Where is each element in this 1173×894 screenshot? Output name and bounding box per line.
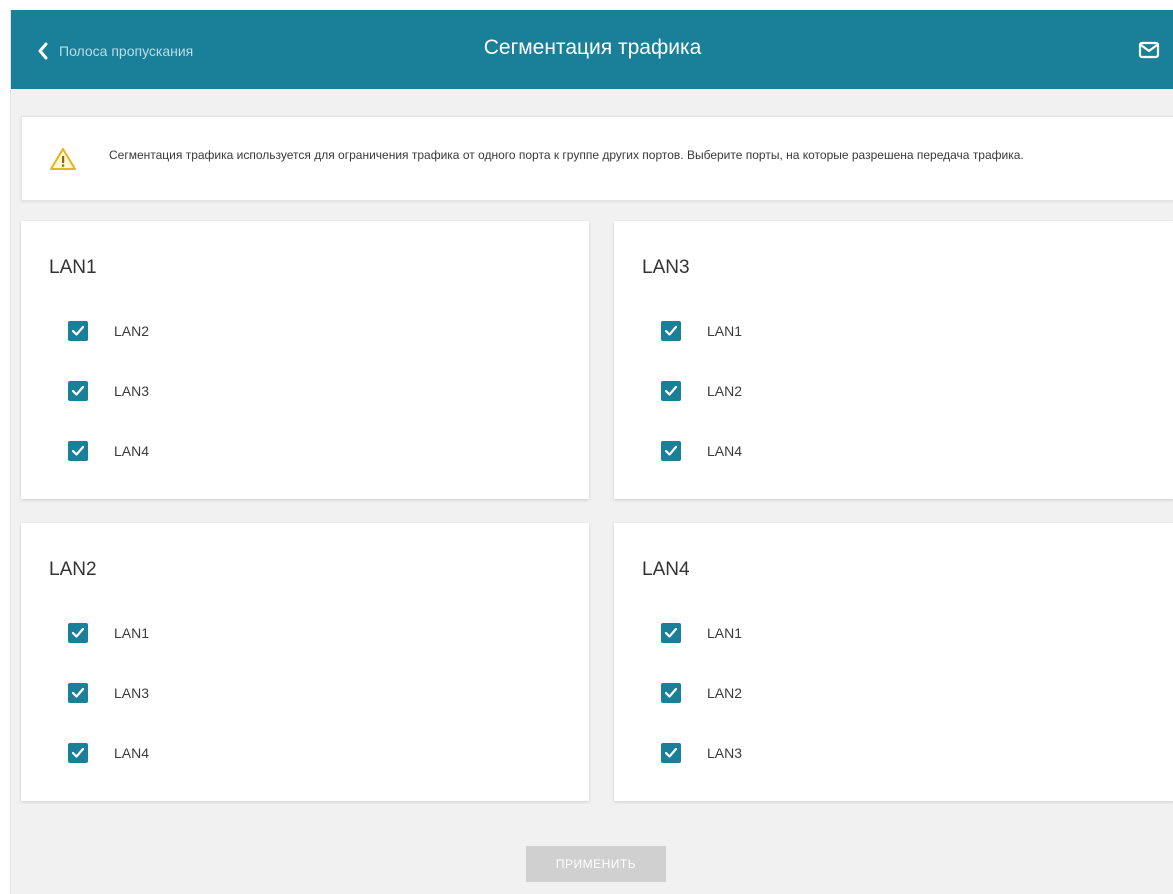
checkbox-label: LAN1 [707, 323, 743, 339]
check-icon [71, 627, 85, 638]
check-icon [71, 325, 85, 336]
check-icon [71, 445, 85, 456]
checkbox[interactable] [661, 441, 681, 461]
checkbox-label: LAN2 [114, 323, 150, 339]
top-bar: Полоса пропускания Сегментация трафика [11, 10, 1173, 89]
port-checkbox-row[interactable]: LAN2 [661, 679, 742, 707]
checkbox-label: LAN3 [114, 383, 150, 399]
card-title: LAN3 [642, 257, 690, 278]
card-title: LAN2 [49, 559, 97, 580]
check-icon [71, 385, 85, 396]
port-checkbox-row[interactable]: LAN1 [68, 619, 149, 647]
checkbox[interactable] [661, 623, 681, 643]
checkbox-label: LAN1 [707, 625, 743, 641]
checkbox[interactable] [68, 743, 88, 763]
card-title: LAN4 [642, 559, 690, 580]
checkbox[interactable] [68, 321, 88, 341]
port-card-lan4: LAN4 LAN1 LAN2 LAN3 [614, 523, 1173, 801]
chevron-left-icon [38, 42, 48, 60]
check-icon [71, 687, 85, 698]
checkbox-label: LAN2 [707, 383, 743, 399]
apply-button[interactable]: Применить [526, 846, 666, 882]
checkbox[interactable] [661, 743, 681, 763]
checkbox[interactable] [68, 623, 88, 643]
port-checkbox-row[interactable]: LAN4 [68, 739, 149, 767]
port-checkbox-row[interactable]: LAN4 [661, 437, 742, 465]
check-icon [664, 445, 678, 456]
checkbox-label: LAN1 [114, 625, 150, 641]
checkbox-label: LAN3 [707, 745, 743, 761]
checkbox-label: LAN3 [114, 685, 150, 701]
port-card-lan1: LAN1 LAN2 LAN3 LAN4 [21, 221, 589, 499]
port-checkbox-row[interactable]: LAN2 [661, 377, 742, 405]
port-checkbox-row[interactable]: LAN4 [68, 437, 149, 465]
port-card-lan3: LAN3 LAN1 LAN2 LAN4 [614, 221, 1173, 499]
port-checkbox-row[interactable]: LAN3 [661, 739, 742, 767]
port-checkbox-row[interactable]: LAN1 [661, 317, 742, 345]
port-card-lan2: LAN2 LAN1 LAN3 LAN4 [21, 523, 589, 801]
app-window: Полоса пропускания Сегментация трафика С… [10, 10, 1173, 894]
check-icon [664, 325, 678, 336]
checkbox-label: LAN4 [114, 745, 150, 761]
check-icon [664, 747, 678, 758]
warning-icon [50, 148, 76, 170]
checkbox[interactable] [68, 381, 88, 401]
checkbox[interactable] [661, 683, 681, 703]
check-icon [71, 747, 85, 758]
mail-icon[interactable] [1138, 40, 1160, 60]
port-checkbox-row[interactable]: LAN3 [68, 377, 149, 405]
check-icon [664, 385, 678, 396]
checkbox-label: LAN4 [707, 443, 743, 459]
back-button[interactable]: Полоса пропускания [37, 36, 193, 66]
port-checkbox-row[interactable]: LAN3 [68, 679, 149, 707]
port-checkbox-row[interactable]: LAN1 [661, 619, 742, 647]
check-icon [664, 627, 678, 638]
info-text: Сегментация трафика используется для огр… [109, 148, 1024, 162]
checkbox[interactable] [68, 441, 88, 461]
checkbox[interactable] [68, 683, 88, 703]
back-label: Полоса пропускания [59, 43, 194, 59]
card-title: LAN1 [49, 257, 97, 278]
check-icon [664, 687, 678, 698]
checkbox-label: LAN4 [114, 443, 150, 459]
checkbox[interactable] [661, 381, 681, 401]
info-panel: Сегментация трафика используется для огр… [21, 116, 1173, 201]
port-checkbox-row[interactable]: LAN2 [68, 317, 149, 345]
checkbox[interactable] [661, 321, 681, 341]
checkbox-label: LAN2 [707, 685, 743, 701]
